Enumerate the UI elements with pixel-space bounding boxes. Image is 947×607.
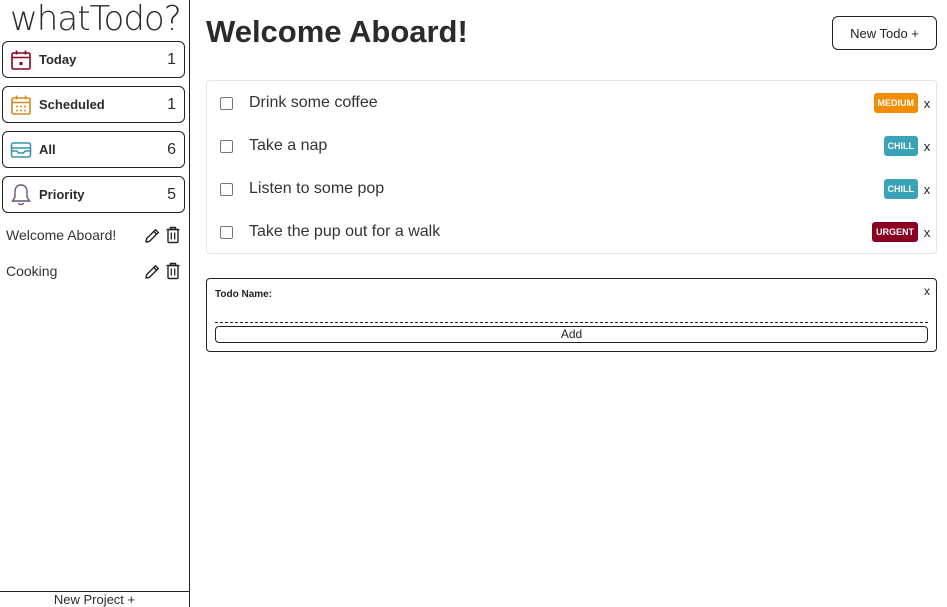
delete-todo-button[interactable]: x (918, 225, 936, 240)
todo-row: Listen to some pop CHILL x (207, 174, 936, 204)
todo-name: Take the pup out for a walk (249, 223, 441, 240)
todo-name: Listen to some pop (249, 180, 385, 197)
trash-icon[interactable] (164, 225, 182, 245)
calendar-day-icon (9, 48, 33, 72)
nav-all-label: All (39, 142, 56, 157)
nav-priority-label: Priority (39, 187, 85, 202)
add-todo-button[interactable]: Add (215, 326, 928, 343)
app-logo: whatTodo? (10, 0, 182, 39)
project-name[interactable]: Cooking (6, 263, 140, 279)
project-item: Welcome Aboard! (6, 223, 182, 247)
todo-row: Drink some coffee MEDIUM x (207, 88, 936, 118)
nav-scheduled-count: 1 (167, 95, 176, 113)
priority-badge: MEDIUM (873, 93, 918, 113)
nav-today-count: 1 (167, 50, 176, 68)
todo-row: Take the pup out for a walk URGENT x (207, 217, 936, 247)
todo-checkbox[interactable] (220, 96, 233, 110)
new-project-button[interactable]: New Project + (0, 591, 189, 607)
inbox-tray-icon (9, 138, 33, 162)
nav-all-count: 6 (167, 140, 176, 158)
project-name[interactable]: Welcome Aboard! (6, 227, 140, 243)
todo-name: Drink some coffee (249, 94, 378, 111)
todo-name-input[interactable] (215, 309, 928, 323)
calendar-grid-icon (9, 93, 33, 117)
nav-scheduled-button[interactable]: Scheduled 1 (2, 86, 185, 123)
project-item: Cooking (6, 259, 182, 283)
nav-scheduled-label: Scheduled (39, 97, 105, 112)
todo-name-label: Todo Name: (215, 289, 273, 300)
todo-checkbox[interactable] (220, 139, 233, 153)
pencil-icon[interactable] (143, 261, 161, 281)
bell-icon (9, 183, 33, 207)
nav-today-label: Today (39, 52, 77, 67)
nav-priority-button[interactable]: Priority 5 (2, 176, 185, 213)
todo-checkbox[interactable] (220, 225, 233, 239)
new-todo-form: Todo Name: x Add (206, 278, 937, 352)
delete-todo-button[interactable]: x (918, 182, 936, 197)
page-title: Welcome Aboard! (206, 14, 468, 49)
delete-todo-button[interactable]: x (918, 139, 936, 154)
nav-priority-count: 5 (167, 185, 176, 203)
delete-todo-button[interactable]: x (918, 96, 936, 111)
todo-list: Drink some coffee MEDIUM x Take a nap CH… (206, 80, 937, 254)
sidebar: whatTodo? Today 1 Scheduled 1 All 6 Prio… (0, 0, 190, 607)
priority-badge: CHILL (883, 136, 918, 156)
todo-row: Take a nap CHILL x (207, 131, 936, 161)
close-form-button[interactable]: x (924, 284, 930, 298)
priority-badge: CHILL (883, 179, 918, 199)
pencil-icon[interactable] (143, 225, 161, 245)
trash-icon[interactable] (164, 261, 182, 281)
priority-badge: URGENT (872, 222, 918, 242)
nav-today-button[interactable]: Today 1 (2, 41, 185, 78)
new-todo-button[interactable]: New Todo + (832, 16, 937, 50)
todo-name: Take a nap (249, 137, 328, 154)
nav-all-button[interactable]: All 6 (2, 131, 185, 168)
todo-checkbox[interactable] (220, 182, 233, 196)
